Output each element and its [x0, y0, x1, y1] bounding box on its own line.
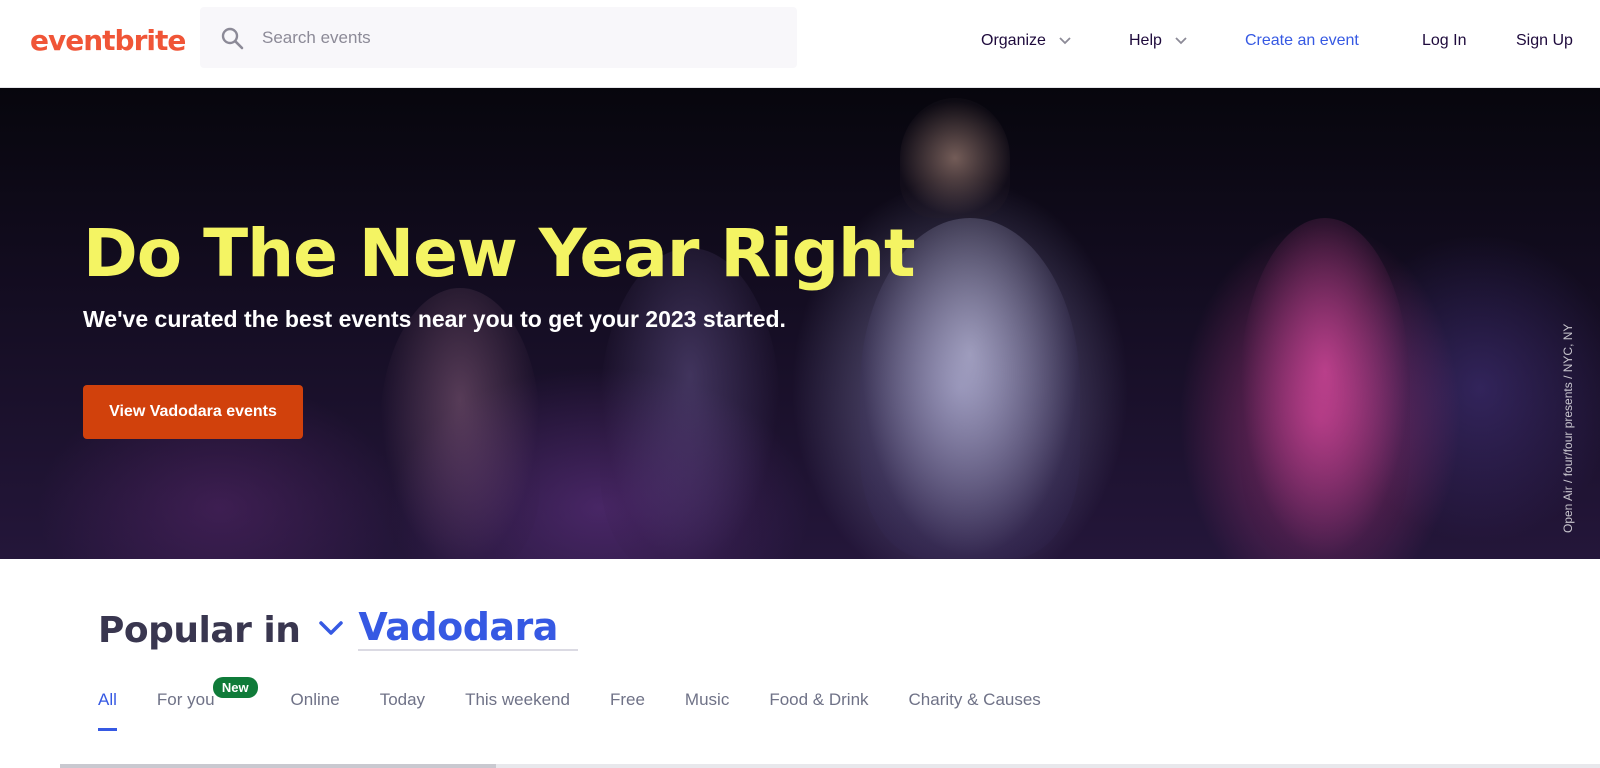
chevron-down-icon	[1175, 37, 1187, 45]
top-header: eventbrite Organize Help Create an event…	[0, 0, 1600, 88]
scroll-divider	[60, 764, 1600, 768]
hero-photo-crowd-right	[1240, 218, 1410, 558]
tab-free[interactable]: Free	[610, 690, 645, 734]
search-bar[interactable]	[200, 7, 797, 68]
hero-title: Do The New Year Right	[83, 215, 916, 292]
login-link[interactable]: Log In	[1422, 32, 1466, 50]
help-menu[interactable]: Help	[1129, 32, 1188, 50]
search-input[interactable]	[262, 27, 742, 48]
tab-charity-causes[interactable]: Charity & Causes	[909, 690, 1041, 734]
organize-menu[interactable]: Organize	[981, 32, 1072, 50]
scroll-divider-segment	[60, 764, 496, 768]
hero-photo-crowd-mid	[600, 248, 780, 559]
create-event-link[interactable]: Create an event	[1245, 32, 1359, 50]
tab-today[interactable]: Today	[380, 690, 425, 734]
tab-for-you[interactable]: For you New	[156, 677, 258, 734]
chevron-down-icon	[1059, 37, 1071, 45]
hero-banner: Do The New Year Right We've curated the …	[0, 88, 1600, 559]
chevron-down-icon[interactable]	[318, 619, 344, 637]
view-events-button[interactable]: View Vadodara events	[83, 385, 303, 439]
new-badge: New	[212, 677, 258, 698]
hero-subtitle: We've curated the best events near you t…	[83, 306, 786, 332]
city-selector[interactable]: Vadodara	[358, 605, 578, 651]
hero-photo-dancer-head	[900, 98, 1010, 218]
tab-food-drink[interactable]: Food & Drink	[769, 690, 868, 734]
popular-label: Popular in	[98, 610, 301, 651]
tab-online[interactable]: Online	[291, 690, 340, 734]
popular-heading: Popular in Vadodara	[98, 605, 578, 651]
category-tabs: All For you New Online Today This weeken…	[98, 677, 1081, 734]
organize-label: Organize	[981, 32, 1046, 49]
search-icon	[221, 27, 244, 49]
tab-this-weekend[interactable]: This weekend	[465, 690, 570, 734]
tab-music[interactable]: Music	[685, 690, 729, 734]
photo-credit: Open Air / four/four presents / NYC, NY	[1561, 323, 1575, 533]
tab-all[interactable]: All	[98, 690, 117, 734]
eventbrite-logo[interactable]: eventbrite	[30, 24, 186, 57]
help-label: Help	[1129, 32, 1162, 49]
tab-for-you-label: For you	[156, 690, 215, 709]
signup-link[interactable]: Sign Up	[1516, 32, 1573, 50]
